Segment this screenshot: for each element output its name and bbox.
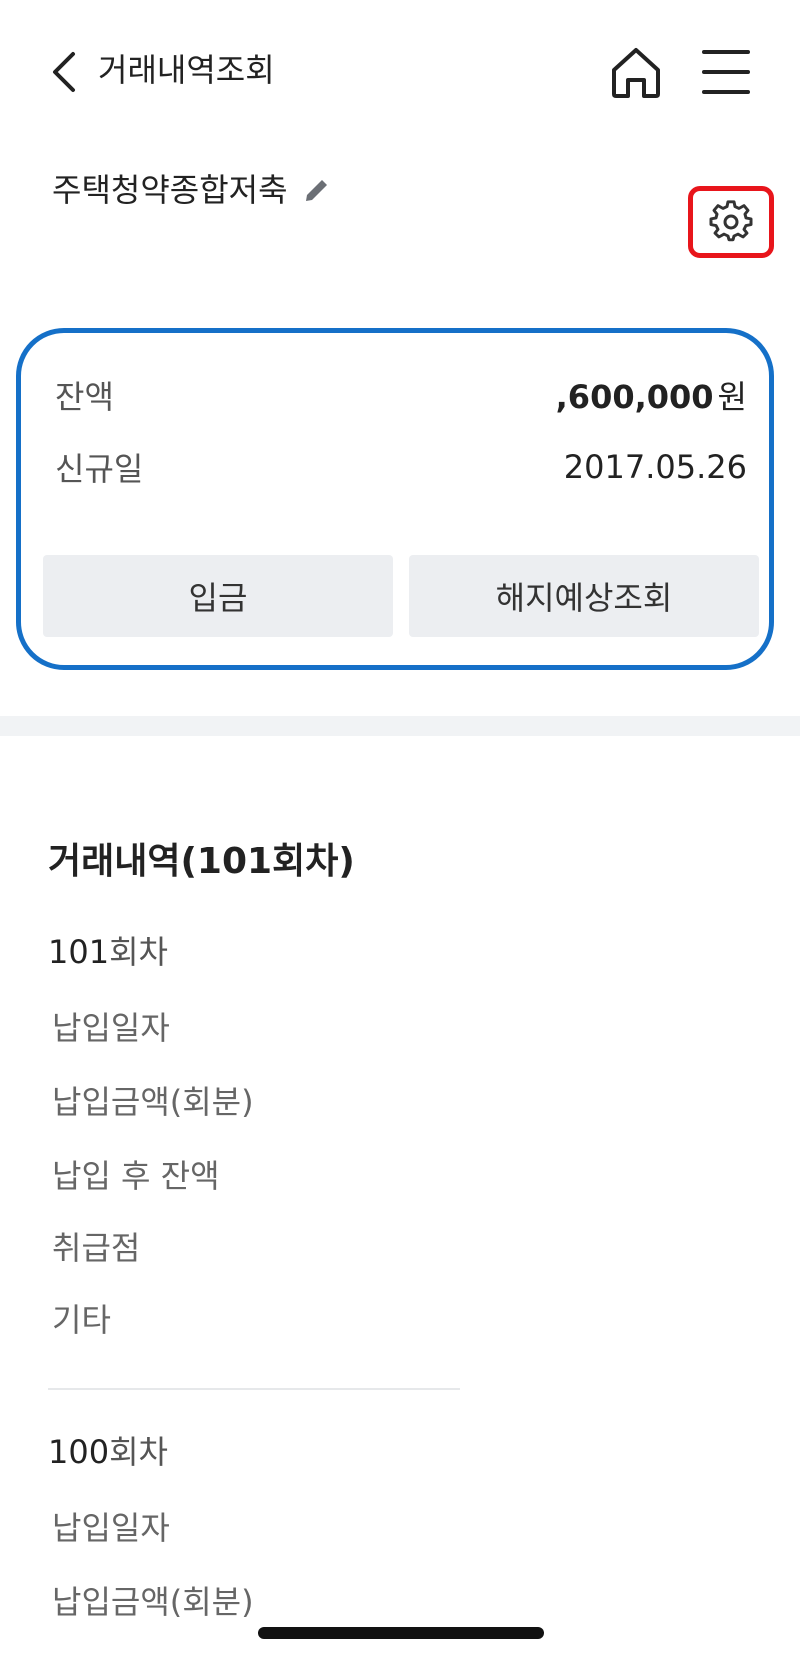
- deposit-button[interactable]: 입금: [43, 555, 393, 637]
- account-name: 주택청약종합저축: [52, 171, 288, 209]
- gear-icon: [709, 200, 753, 242]
- cancel-estimate-button[interactable]: 해지예상조회: [409, 555, 759, 637]
- field-payment-date: 납입일자: [52, 1009, 170, 1047]
- top-app-bar: 거래내역조회: [0, 0, 800, 140]
- field-balance-after: 납입 후 잔액: [52, 1157, 220, 1195]
- round-header: 100회차: [48, 1430, 168, 1474]
- open-date-label: 신규일: [55, 450, 144, 488]
- field-branch: 취급점: [52, 1229, 141, 1267]
- round-suffix: 회차: [109, 933, 168, 971]
- history-title: 거래내역(101회차): [48, 841, 355, 882]
- round-separator: [48, 1388, 460, 1390]
- section-divider: [0, 716, 800, 736]
- balance-amount: ,600,000 원: [556, 372, 747, 418]
- field-payment-amount: 납입금액(회분): [52, 1083, 254, 1121]
- balance-row: 잔액 ,600,000 원: [55, 371, 747, 419]
- account-name-row: 주택청약종합저축: [52, 168, 332, 212]
- round-suffix: 회차: [109, 1433, 168, 1471]
- chevron-left-icon: [53, 52, 75, 92]
- account-summary-card: 잔액 ,600,000 원 신규일 2017.05.26 입금 해지예상조회: [16, 328, 774, 670]
- balance-unit: 원: [717, 378, 747, 416]
- open-date-row: 신규일 2017.05.26: [55, 443, 747, 491]
- account-settings-button[interactable]: [688, 186, 774, 258]
- round-number: 101: [48, 933, 110, 971]
- menu-button[interactable]: [700, 44, 752, 100]
- page-title: 거래내역조회: [98, 51, 275, 89]
- round-header: 101회차: [48, 930, 168, 974]
- field-payment-date: 납입일자: [52, 1509, 170, 1547]
- field-etc: 기타: [52, 1301, 111, 1339]
- balance-label: 잔액: [55, 378, 114, 416]
- round-number: 100: [48, 1433, 110, 1471]
- open-date-value: 2017.05.26: [563, 448, 747, 486]
- hamburger-menu-icon: [702, 50, 750, 94]
- field-payment-amount: 납입금액(회분): [52, 1583, 254, 1621]
- home-icon: [612, 48, 660, 98]
- edit-name-button[interactable]: [302, 175, 332, 205]
- balance-value: ,600,000: [555, 378, 714, 416]
- home-indicator[interactable]: [258, 1627, 544, 1639]
- back-button[interactable]: [40, 40, 88, 104]
- pencil-icon: [305, 180, 327, 201]
- home-button[interactable]: [604, 40, 668, 104]
